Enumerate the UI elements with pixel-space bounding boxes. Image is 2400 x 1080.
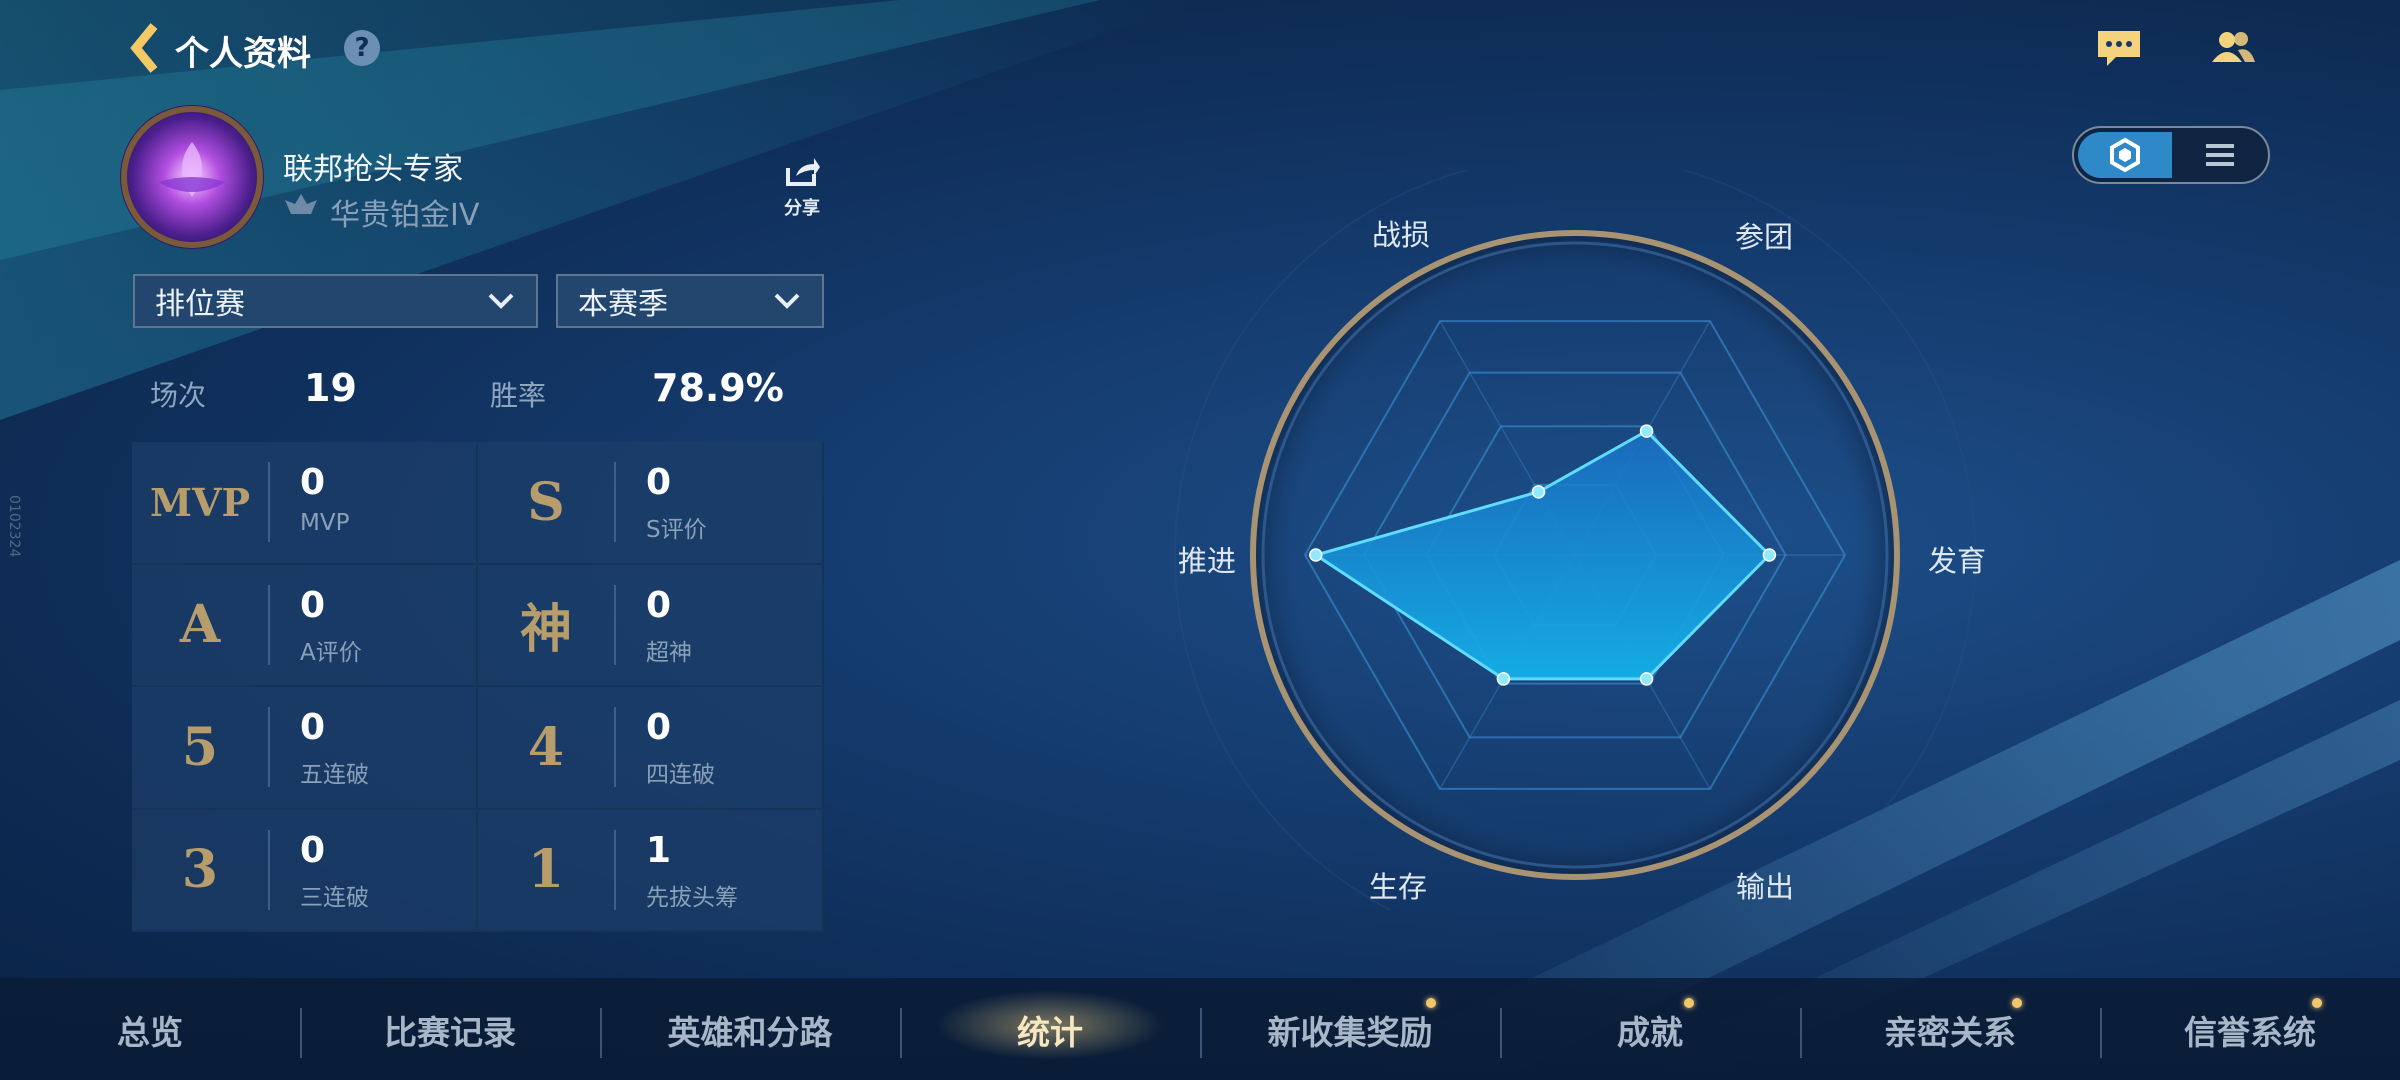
radar-point-1 [1531, 485, 1546, 499]
s-grade-icon: S [527, 471, 565, 533]
stat-value: 0 [300, 829, 326, 871]
tab-3[interactable]: 英雄和分路 [640, 1006, 860, 1054]
tab-separator [1500, 1008, 1502, 1058]
tab-1[interactable]: 总览 [40, 1006, 260, 1054]
avatar[interactable] [118, 102, 266, 252]
penta-kill-icon: 5 [181, 716, 219, 778]
stat-cell-penta: 5 0 五连破 [132, 687, 478, 810]
share-label: 分享 [784, 198, 820, 219]
notification-dot [1426, 998, 1436, 1008]
hexagon-view-icon [2110, 137, 2140, 173]
side-id-text: 0102324 [6, 495, 22, 558]
season-dropdown-value: 本赛季 [578, 287, 668, 322]
share-icon [786, 158, 820, 186]
tab-separator [2100, 1008, 2102, 1058]
matches-label: 场次 [150, 379, 207, 412]
stat-label: A评价 [300, 639, 362, 666]
tab-6[interactable]: 成就 [1540, 1006, 1760, 1054]
notification-dot [1684, 998, 1694, 1008]
stat-value: 0 [300, 584, 326, 626]
stat-value: 0 [646, 707, 672, 748]
radar-point-5 [1496, 672, 1511, 686]
radar-label-farming: 发育 [1928, 544, 1987, 578]
tab-8[interactable]: 信誉系统 [2140, 1006, 2360, 1054]
stat-label: 五连破 [300, 762, 369, 788]
godlike-icon: 神 [519, 599, 572, 661]
radar-point-6 [1309, 548, 1323, 562]
stat-value: 0 [646, 584, 672, 626]
radar-label-damage-output: 输出 [1736, 870, 1795, 904]
radar-point-4 [1639, 672, 1654, 686]
first-blood-icon: 1 [527, 839, 565, 901]
triple-kill-icon: 3 [181, 839, 219, 901]
a-grade-icon: A [179, 594, 221, 656]
radar-label-damage-taken: 战损 [1372, 218, 1431, 252]
tab-separator [1200, 1008, 1202, 1058]
mode-dropdown-value: 排位赛 [155, 287, 245, 322]
tab-7[interactable]: 亲密关系 [1840, 1006, 2060, 1054]
page-title: 个人资料 [175, 34, 311, 74]
tab-5[interactable]: 新收集奖励 [1240, 1006, 1460, 1054]
tab-separator [900, 1008, 902, 1058]
winrate-value: 78.9% [652, 366, 784, 410]
radar-label-survival: 生存 [1369, 870, 1428, 904]
season-dropdown[interactable]: 本赛季 [556, 274, 824, 328]
stats-grid: MVP 0 MVP S 0 S评价 A 0 A评价 神 0 超神 5 0 五连破… [132, 442, 824, 932]
list-view-icon [2206, 144, 2234, 166]
radar-label-push: 推进 [1178, 544, 1237, 578]
rank-title: 华贵铂金IV [330, 198, 480, 233]
radar-chart [1174, 170, 1976, 910]
view-toggle[interactable] [2072, 126, 2270, 184]
friends-icon[interactable] [2210, 28, 2256, 68]
winrate-label: 胜率 [490, 379, 547, 412]
stat-value: 0 [300, 462, 326, 503]
stat-cell-mvp: MVP 0 MVP [132, 442, 478, 565]
stat-cell-quadra: 4 0 四连破 [478, 687, 824, 810]
mode-dropdown[interactable]: 排位赛 [133, 274, 538, 328]
stat-cell-godlike: 神 0 超神 [478, 564, 824, 687]
chevron-down-icon [488, 293, 514, 309]
mvp-icon: MVP [149, 479, 251, 525]
stat-cell-a: A 0 A评价 [132, 564, 478, 687]
stat-value: 0 [646, 462, 672, 503]
stat-cell-first-blood: 1 1 先拔头筹 [478, 809, 824, 932]
stat-label: 四连破 [646, 762, 715, 788]
radar-point-3 [1762, 548, 1777, 562]
matches-value: 19 [304, 366, 357, 410]
stat-cell-triple: 3 0 三连破 [132, 809, 478, 932]
tab-4[interactable]: 统计 [940, 1006, 1160, 1054]
tab-separator [600, 1008, 602, 1058]
chevron-down-icon [774, 293, 800, 309]
chat-icon[interactable] [2096, 28, 2142, 68]
tab-separator [300, 1008, 302, 1058]
stat-label: 先拔头筹 [646, 884, 738, 911]
radar-point-2 [1639, 424, 1654, 438]
list-view-button[interactable] [2174, 132, 2266, 178]
hexagon-view-button[interactable] [2078, 132, 2172, 178]
radar-label-teamfight: 参团 [1735, 220, 1794, 254]
tab-2[interactable]: 比赛记录 [340, 1006, 560, 1054]
player-name: 联邦抢头专家 [283, 152, 463, 187]
stat-value: 1 [646, 829, 672, 871]
stat-label: S评价 [646, 517, 707, 543]
stat-cell-s: S 0 S评价 [478, 442, 824, 565]
stat-label: 超神 [646, 639, 692, 666]
stat-label: MVP [300, 510, 350, 536]
stat-value: 0 [300, 707, 326, 748]
tab-separator [1800, 1008, 1802, 1058]
share-button[interactable]: 分享 [782, 156, 822, 220]
help-icon[interactable]: ? [344, 30, 380, 66]
back-icon[interactable] [128, 22, 162, 74]
stat-label: 三连破 [300, 884, 369, 911]
rank-icon [285, 194, 317, 214]
notification-dot [2312, 998, 2322, 1008]
notification-dot [2012, 998, 2022, 1008]
quadra-kill-icon: 4 [527, 716, 565, 778]
